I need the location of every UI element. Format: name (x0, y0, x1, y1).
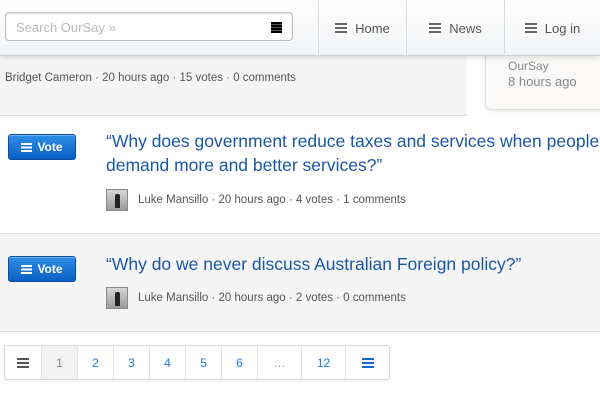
list-icon (21, 142, 33, 152)
nav-news-label: News (449, 20, 482, 36)
nav-home-link[interactable]: Home (318, 0, 406, 56)
question-text[interactable]: “Why does government reduce taxes and se… (106, 129, 600, 177)
list-icon (361, 357, 374, 368)
search-input[interactable]: Search OurSay » (5, 12, 293, 41)
question-row: Vote “Why does government reduce taxes a… (0, 116, 600, 234)
vote-button[interactable]: Vote (8, 134, 76, 160)
pagination-page-6[interactable]: 6 (221, 346, 257, 379)
question-meta: Bridget Cameron · 20 hours ago · 15 vote… (5, 72, 296, 84)
question-meta: Luke Mansillo · 20 hours ago · 4 votes ·… (138, 194, 406, 206)
avatar[interactable] (106, 287, 128, 309)
list-icon (21, 264, 33, 274)
pagination-page-12[interactable]: 12 (301, 346, 345, 379)
search-submit-icon[interactable] (271, 22, 282, 33)
pagination-page-1[interactable]: 1 (41, 346, 77, 379)
nav-home-label: Home (355, 20, 390, 36)
list-icon (524, 23, 537, 33)
list-icon (429, 23, 442, 33)
sidebar-author[interactable]: OurSay (508, 59, 549, 73)
pagination-prev-button[interactable] (5, 346, 41, 379)
question-meta: Luke Mansillo · 20 hours ago · 2 votes ·… (138, 292, 406, 304)
pagination-page-3[interactable]: 3 (113, 346, 149, 379)
pagination-page-5[interactable]: 5 (185, 346, 221, 379)
pagination-next-button[interactable] (345, 346, 389, 379)
pagination-page-4[interactable]: 4 (149, 346, 185, 379)
vote-button[interactable]: Vote (8, 256, 76, 282)
top-navigation-bar: Search OurSay » Home News Log in (0, 0, 600, 56)
pagination-ellipsis: … (257, 346, 301, 379)
question-row: Vote “Why do we never discuss Australian… (0, 234, 600, 332)
nav-login-link[interactable]: Log in (504, 0, 600, 56)
vote-label: Vote (37, 140, 63, 154)
pagination-page-2[interactable]: 2 (77, 346, 113, 379)
search-placeholder: Search OurSay » (16, 20, 116, 35)
list-icon (335, 23, 348, 33)
question-text[interactable]: “Why do we never discuss Australian Fore… (106, 252, 600, 276)
avatar[interactable] (106, 189, 128, 211)
nav-news-link[interactable]: News (406, 0, 504, 56)
pagination: 1 2 3 4 5 6 … 12 (4, 345, 390, 380)
vote-label: Vote (37, 262, 63, 276)
sidebar-time: 8 hours ago (508, 74, 577, 89)
list-icon (17, 357, 29, 368)
nav-login-label: Log in (544, 20, 581, 36)
